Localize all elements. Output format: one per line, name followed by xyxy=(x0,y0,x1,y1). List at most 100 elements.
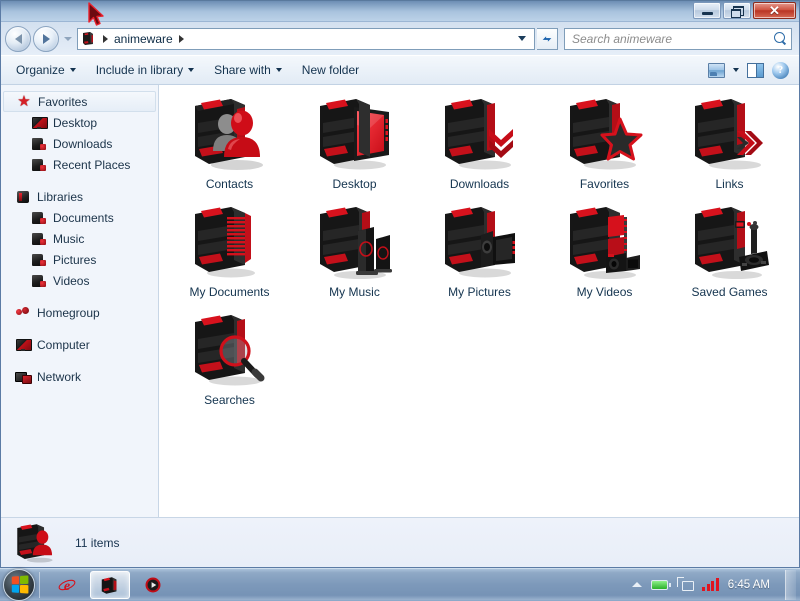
taskbar[interactable]: e 6:45 AM xyxy=(0,568,800,600)
toolbar-right-group: ? xyxy=(708,62,793,79)
sidebar-item-libraries[interactable]: Libraries xyxy=(1,186,158,207)
sidebar-item-documents[interactable]: Documents xyxy=(1,207,158,228)
monitor-icon xyxy=(31,115,47,131)
share-with-button[interactable]: Share with xyxy=(205,59,291,81)
navigation-pane[interactable]: ★ Favorites Desktop Downloads Recent Pla… xyxy=(1,85,159,517)
window-body: ★ Favorites Desktop Downloads Recent Pla… xyxy=(1,85,799,517)
list-item[interactable]: Downloads xyxy=(417,91,542,199)
folder-links-icon xyxy=(687,93,773,175)
help-icon[interactable]: ? xyxy=(772,62,789,79)
include-in-library-label: Include in library xyxy=(96,63,183,77)
close-icon: ✕ xyxy=(769,4,780,17)
folder-games-icon xyxy=(687,201,773,283)
breadcrumb-next-icon[interactable] xyxy=(179,35,184,43)
sidebar-label-recent-places: Recent Places xyxy=(53,158,130,172)
address-bar[interactable]: animeware xyxy=(77,28,535,50)
address-dropdown-icon[interactable] xyxy=(518,36,526,41)
new-folder-button[interactable]: New folder xyxy=(293,59,368,81)
list-item-label: Links xyxy=(715,177,743,191)
list-item-label: Contacts xyxy=(206,177,253,191)
search-box[interactable]: Search animeware xyxy=(564,28,792,50)
library-icon xyxy=(15,189,31,205)
network-icon[interactable] xyxy=(677,577,693,592)
sidebar-item-network[interactable]: Network xyxy=(1,366,158,387)
battery-icon[interactable] xyxy=(651,580,668,590)
search-input[interactable]: Search animeware xyxy=(572,32,774,46)
folder-documents-icon xyxy=(31,210,47,226)
arrow-left-icon xyxy=(15,34,22,44)
chevron-down-icon xyxy=(276,68,282,72)
change-view-icon[interactable] xyxy=(708,63,725,78)
sidebar-label-music: Music xyxy=(53,232,84,246)
signal-strength-icon[interactable] xyxy=(702,578,719,591)
sidebar-item-homegroup[interactable]: Homegroup xyxy=(1,302,158,323)
include-in-library-button[interactable]: Include in library xyxy=(87,59,203,81)
list-item[interactable]: My Videos xyxy=(542,199,667,307)
sidebar-item-pictures[interactable]: Pictures xyxy=(1,249,158,270)
search-icon[interactable] xyxy=(774,32,787,45)
show-hidden-icons-icon[interactable] xyxy=(632,582,642,587)
list-item[interactable]: My Documents xyxy=(167,199,292,307)
list-item[interactable]: Favorites xyxy=(542,91,667,199)
refresh-button[interactable] xyxy=(537,28,558,50)
breadcrumb-animeware[interactable]: animeware xyxy=(114,32,173,46)
list-item[interactable]: Links xyxy=(667,91,792,199)
folder-animeware-icon xyxy=(81,31,97,46)
window-controls: ✕ xyxy=(693,2,796,19)
system-tray: 6:45 AM xyxy=(632,569,800,601)
folder-download-icon xyxy=(31,136,47,152)
organize-button[interactable]: Organize xyxy=(7,59,85,81)
list-item-label: Favorites xyxy=(580,177,629,191)
list-item[interactable]: My Music xyxy=(292,199,417,307)
list-item[interactable]: Searches xyxy=(167,307,292,415)
share-with-label: Share with xyxy=(214,63,271,77)
sidebar-item-downloads[interactable]: Downloads xyxy=(1,133,158,154)
folder-music-icon xyxy=(312,201,398,283)
nav-group-favorites: ★ Favorites Desktop Downloads Recent Pla… xyxy=(1,91,158,175)
show-desktop-button[interactable] xyxy=(785,570,796,600)
file-list[interactable]: Contacts xyxy=(159,85,799,517)
list-item-label: My Documents xyxy=(189,285,269,299)
sidebar-item-recent-places[interactable]: Recent Places xyxy=(1,154,158,175)
sidebar-label-desktop: Desktop xyxy=(53,116,97,130)
folder-searches-icon xyxy=(187,309,273,391)
media-player-icon xyxy=(143,575,163,595)
minimize-icon xyxy=(702,12,713,15)
list-item[interactable]: Saved Games xyxy=(667,199,792,307)
sidebar-label-videos: Videos xyxy=(53,274,89,288)
history-dropdown-icon[interactable] xyxy=(64,37,72,41)
back-button[interactable] xyxy=(5,26,31,52)
clock[interactable]: 6:45 AM xyxy=(728,579,770,591)
list-item[interactable]: My Pictures xyxy=(417,199,542,307)
nav-group-network: Network xyxy=(1,366,158,387)
sidebar-item-favorites[interactable]: ★ Favorites xyxy=(3,91,156,112)
sidebar-item-videos[interactable]: Videos xyxy=(1,270,158,291)
list-item-label: My Music xyxy=(329,285,380,299)
sidebar-item-desktop[interactable]: Desktop xyxy=(1,112,158,133)
start-button[interactable] xyxy=(3,569,35,601)
preview-pane-icon[interactable] xyxy=(747,63,764,78)
sidebar-item-computer[interactable]: Computer xyxy=(1,334,158,355)
list-item-label: Downloads xyxy=(450,177,509,191)
sidebar-label-favorites: Favorites xyxy=(38,95,87,109)
sidebar-label-downloads: Downloads xyxy=(53,137,112,151)
forward-button[interactable] xyxy=(33,26,59,52)
breadcrumb-separator-icon xyxy=(103,35,108,43)
view-chevron-down-icon[interactable] xyxy=(733,68,739,72)
taskbar-item-windows-explorer[interactable] xyxy=(90,571,130,599)
star-icon: ★ xyxy=(16,94,32,110)
minimize-button[interactable] xyxy=(693,2,721,19)
taskbar-item-internet-explorer[interactable]: e xyxy=(47,571,87,599)
sidebar-item-music[interactable]: Music xyxy=(1,228,158,249)
list-item-label: Desktop xyxy=(332,177,376,191)
taskbar-item-media-player[interactable] xyxy=(133,571,173,599)
list-item[interactable]: Contacts xyxy=(167,91,292,199)
computer-icon xyxy=(15,337,31,353)
list-item[interactable]: Desktop xyxy=(292,91,417,199)
sidebar-label-computer: Computer xyxy=(37,338,90,352)
internet-explorer-icon: e xyxy=(57,575,77,595)
title-bar[interactable]: ✕ xyxy=(1,0,799,22)
close-button[interactable]: ✕ xyxy=(753,2,796,19)
folder-favorites-icon xyxy=(562,93,648,175)
restore-button[interactable] xyxy=(723,2,751,19)
